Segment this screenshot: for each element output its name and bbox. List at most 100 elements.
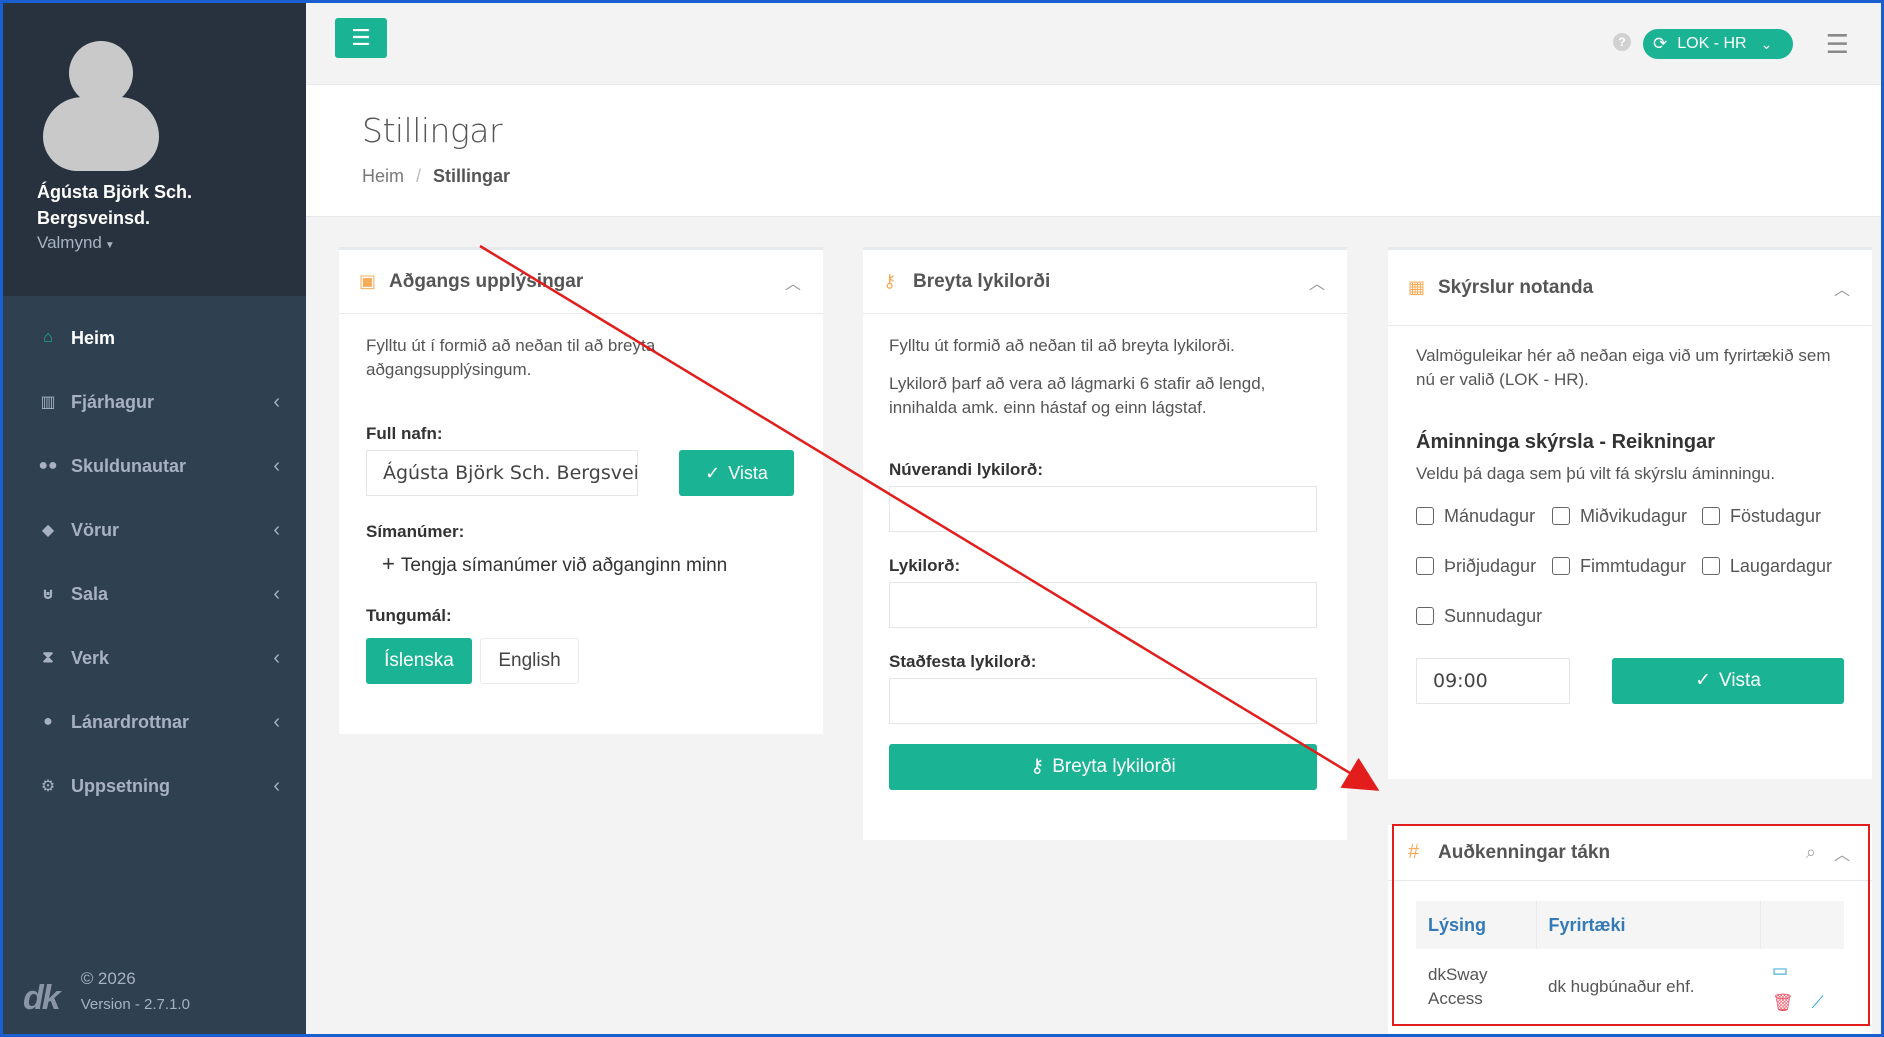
building-icon: ▦ xyxy=(1408,277,1426,297)
caret-down-icon: ▼ xyxy=(104,240,115,251)
add-phone-label: Tengja símanúmer við aðganginn minn xyxy=(400,555,728,576)
sidebar-item-label: Sala xyxy=(71,583,109,604)
add-phone-link[interactable]: + Tengja símanúmer við aðganginn minn xyxy=(382,552,796,578)
clipboard-icon[interactable]: ▭ xyxy=(1772,959,1794,983)
right-menu-icon[interactable]: ☰ xyxy=(1826,29,1849,60)
panel-header: ⚷ Breyta lykilorði ︿ xyxy=(863,250,1347,314)
panel-body: Valmöguleikar hér að neðan eiga við um f… xyxy=(1388,326,1872,722)
hourglass-icon: ⧗ xyxy=(42,649,54,666)
profile-menu-toggle[interactable]: Valmynd ▼ xyxy=(37,233,306,253)
language-label: Tungumál: xyxy=(366,606,452,625)
chevron-up-icon[interactable]: ︿ xyxy=(1834,276,1850,300)
tokens-table: Lýsing Fyrirtæki dkSway Access dk hugbún… xyxy=(1416,901,1844,1025)
chevron-left-icon: ‹ xyxy=(273,454,280,477)
help-icon[interactable]: ? xyxy=(1613,33,1631,51)
sidebar-item-label: Lánardrottnar xyxy=(71,711,190,732)
chevron-up-icon[interactable]: ︿ xyxy=(785,270,801,294)
key-icon: ⚷ xyxy=(883,271,897,291)
access-intro: Fylltu út í formið að neðan til að breyt… xyxy=(366,336,656,379)
col-company[interactable]: Fyrirtæki xyxy=(1536,901,1761,949)
change-password-label: Breyta lykilorði xyxy=(1052,756,1176,777)
checkbox-box xyxy=(1416,607,1434,625)
day-wednesday-checkbox[interactable]: Miðvikudagur xyxy=(1552,504,1702,528)
sidebar-item-fjarhagur[interactable]: ▥ Fjárhagur ‹ xyxy=(3,370,306,434)
day-monday-checkbox[interactable]: Mánudagur xyxy=(1416,504,1552,528)
panel-header: ▣ Aðgangs upplýsingar ︿ xyxy=(339,250,823,314)
sidebar-item-label: Vörur xyxy=(71,519,120,540)
day-friday-checkbox[interactable]: Föstudagur xyxy=(1702,504,1832,528)
copyright: © 2026 xyxy=(80,969,136,988)
chevron-left-icon: ‹ xyxy=(273,774,280,797)
page-title: Stillingar xyxy=(362,111,503,150)
password-rules: Lykilorð þarf að vera að lágmarki 6 staf… xyxy=(889,374,1266,417)
trash-icon[interactable]: 🗑 xyxy=(1772,991,1794,1015)
new-password-input[interactable] xyxy=(889,582,1317,628)
sidebar-item-lanardrottnar[interactable]: ● Lánardrottnar ‹ xyxy=(3,690,306,754)
save-report-button[interactable]: ✓ Vista xyxy=(1612,658,1844,704)
day-label: Laugardagur xyxy=(1729,556,1832,576)
panel-body: Fylltu út í formið að neðan til að breyt… xyxy=(339,314,823,704)
confirm-password-label: Staðfesta lykilorð: xyxy=(889,652,1037,671)
company-selector[interactable]: ⟳ LOK - HR ⌄ xyxy=(1643,29,1793,59)
sidebar-item-vorur[interactable]: ◆ Vörur ‹ xyxy=(3,498,306,562)
checkbox-box xyxy=(1416,557,1434,575)
reports-intro: Valmöguleikar hér að neðan eiga við um f… xyxy=(1416,346,1831,389)
day-sunday-checkbox[interactable]: Sunnudagur xyxy=(1416,604,1552,628)
day-label: Föstudagur xyxy=(1730,506,1822,526)
chevron-left-icon: ‹ xyxy=(273,646,280,669)
cogs-icon: ⚙ xyxy=(40,778,56,795)
avatar[interactable] xyxy=(43,41,161,171)
sidebar-item-heim[interactable]: ⌂ Heim xyxy=(3,306,306,370)
breadcrumb: Heim / Stillingar xyxy=(362,166,1825,187)
sidebar-item-sala[interactable]: ⊍ Sala ‹ xyxy=(3,562,306,626)
day-label: Miðvikudagur xyxy=(1580,506,1688,526)
user-reports-panel: ▦ Skýrslur notanda ︿ Valmöguleikar hér a… xyxy=(1388,247,1872,779)
token-company: dk hugbúnaður ehf. xyxy=(1548,977,1695,996)
fullname-input[interactable]: Ágústa Björk Sch. Bergsveinsd. xyxy=(366,450,638,496)
day-tuesday-checkbox[interactable]: Þriðjudagur xyxy=(1416,554,1552,578)
sidebar-item-skuldunautar[interactable]: ●● Skuldunautar ‹ xyxy=(3,434,306,498)
day-saturday-checkbox[interactable]: Laugardagur xyxy=(1702,554,1832,578)
col-description[interactable]: Lýsing xyxy=(1416,901,1537,949)
toggle-sidebar-button[interactable]: ☰ xyxy=(335,18,387,58)
reports-hint: Veldu þá daga sem þú vilt fá skýrslu ámi… xyxy=(1416,464,1776,483)
plus-icon: + xyxy=(382,551,395,576)
basket-icon: ⊍ xyxy=(41,586,55,603)
panel-body: Lýsing Fyrirtæki dkSway Access dk hugbún… xyxy=(1388,881,1872,1037)
panel-title: Skýrslur notanda xyxy=(1438,276,1594,298)
breadcrumb-home[interactable]: Heim xyxy=(362,166,404,186)
search-icon[interactable]: ⌕ xyxy=(1806,842,1816,863)
version-label: Version - 2.7.1.0 xyxy=(80,996,190,1013)
panel-title: Aðgangs upplýsingar xyxy=(389,270,584,292)
company-label: LOK - HR xyxy=(1677,35,1747,52)
id-card-icon: ▣ xyxy=(359,271,377,291)
language-icelandic-button[interactable]: Íslenska xyxy=(366,638,472,684)
day-thursday-checkbox[interactable]: Fimmtudagur xyxy=(1552,554,1702,578)
chart-line-icon[interactable]: ⟋ xyxy=(1812,991,1824,1015)
day-label: Mánudagur xyxy=(1444,506,1536,526)
report-time-input[interactable]: 09:00 xyxy=(1416,658,1570,704)
checkbox-box xyxy=(1552,557,1570,575)
table-row: dkSway Access dk hugbúnaður ehf. ▭ 🗑 ⟋ xyxy=(1416,949,1844,1025)
sidebar-item-label: Fjárhagur xyxy=(71,391,155,412)
day-label: Þriðjudagur xyxy=(1444,556,1537,576)
tag-icon: ◆ xyxy=(41,522,55,539)
home-icon: ⌂ xyxy=(43,329,53,346)
confirm-password-input[interactable] xyxy=(889,678,1317,724)
change-password-button[interactable]: ⚷ Breyta lykilorði xyxy=(889,744,1317,790)
chevron-left-icon: ‹ xyxy=(273,710,280,733)
breadcrumb-current: Stillingar xyxy=(433,166,511,186)
current-password-input[interactable] xyxy=(889,486,1317,532)
check-icon: ✓ xyxy=(705,463,721,483)
chevron-left-icon: ‹ xyxy=(273,518,280,541)
chevron-up-icon[interactable]: ︿ xyxy=(1309,270,1325,294)
col-actions xyxy=(1760,901,1844,949)
checkbox-box xyxy=(1702,557,1720,575)
language-english-button[interactable]: English xyxy=(480,638,579,684)
sidebar-item-verk[interactable]: ⧗ Verk ‹ xyxy=(3,626,306,690)
panel-header: ▦ Skýrslur notanda ︿ xyxy=(1388,250,1872,326)
menu-icon: ☰ xyxy=(351,25,371,50)
sidebar-item-uppsetning[interactable]: ⚙ Uppsetning ‹ xyxy=(3,754,306,818)
save-name-button[interactable]: ✓ Vista xyxy=(679,450,794,496)
chevron-up-icon[interactable]: ︿ xyxy=(1834,841,1850,865)
